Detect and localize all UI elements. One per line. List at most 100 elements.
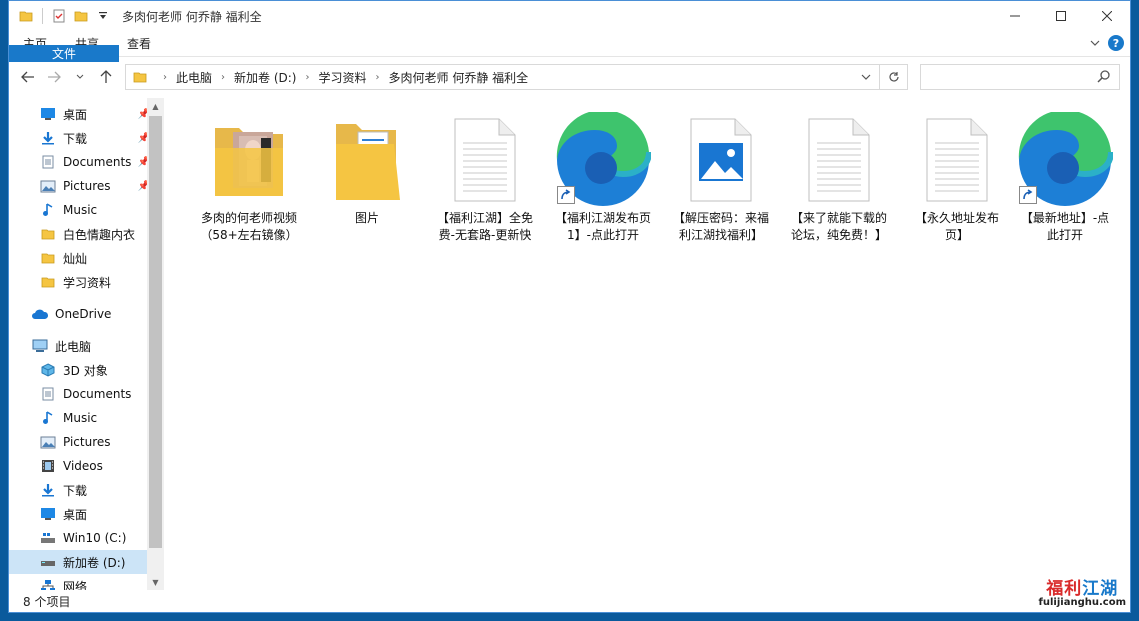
minimize-button[interactable] [992, 1, 1038, 31]
sidebar-item-folder-lingerie[interactable]: 白色情趣内衣 [9, 222, 164, 246]
sidebar-item-label: OneDrive [55, 307, 112, 321]
file-list: 多肉的何老师视频（58+左右镜像） 图片 【福利江湖】全免费-无套路-更新快 【… [164, 98, 1130, 590]
quick-access-toolbar [9, 7, 112, 25]
sidebar-item-label: Pictures [63, 179, 111, 193]
sidebar-item-pc-desktop[interactable]: 桌面 [9, 502, 164, 526]
tab-file[interactable]: 文件 [9, 45, 119, 62]
file-item[interactable]: 图片 [312, 112, 422, 227]
forward-button[interactable] [41, 64, 67, 90]
breadcrumb-study[interactable]: 学习资料 [318, 69, 366, 86]
sidebar-item-label: 网络 [63, 579, 88, 591]
sidebar-item-music[interactable]: Music [9, 198, 164, 222]
sidebar-item-label: 下载 [63, 131, 88, 146]
chevron-right-icon[interactable]: › [154, 72, 176, 83]
divider [9, 294, 164, 302]
watermark-brand-b: 江湖 [1082, 579, 1119, 599]
new-folder-icon[interactable] [72, 7, 90, 25]
sidebar-item-folder-study[interactable]: 学习资料 [9, 270, 164, 294]
file-name: 【福利江湖】全免费-无套路-更新快 [436, 211, 533, 242]
folder-icon [17, 7, 35, 25]
ribbon-right: ? [1090, 35, 1124, 51]
file-item[interactable]: 【永久地址发布页】 [902, 112, 1012, 244]
file-item[interactable]: 【福利江湖】全免费-无套路-更新快 [430, 112, 540, 244]
sidebar-item-label: 桌面 [63, 107, 88, 122]
title-bar: 多肉何老师 何乔静 福利全 [9, 1, 1130, 31]
recent-dropdown-button[interactable] [67, 64, 93, 90]
file-item[interactable]: 【解压密码：来福利江湖找福利】 [666, 112, 776, 244]
search-input[interactable] [921, 65, 1091, 89]
sidebar-item-desktop[interactable]: 桌面 📌 [9, 102, 164, 126]
watermark-url: fulijianghu.com [1038, 597, 1126, 608]
sidebar-scrollbar[interactable]: ▲ ▼ [147, 98, 164, 590]
sidebar-item-label: 此电脑 [55, 339, 92, 354]
scrollbar-thumb[interactable] [149, 116, 162, 548]
breadcrumb-drive-d[interactable]: 新加卷 (D:) [234, 69, 296, 86]
sidebar-item-downloads[interactable]: 下载 📌 [9, 126, 164, 150]
sidebar-item-drive-c[interactable]: Win10 (C:) [9, 526, 164, 550]
nav-list: 桌面 📌 下载 📌 Documents 📌 Pictures 📌 Music 白… [9, 98, 164, 590]
breadcrumb-this-pc[interactable]: 此电脑 [176, 69, 212, 86]
customize-dropdown-icon[interactable] [94, 7, 112, 25]
documents-icon [39, 386, 57, 402]
sidebar-item-label: Pictures [63, 435, 111, 449]
sidebar-item-pc-music[interactable]: Music [9, 406, 164, 430]
maximize-button[interactable] [1038, 1, 1084, 31]
help-icon[interactable]: ? [1108, 35, 1124, 51]
watermark-logo: 福利江湖 fulijianghu.com [1039, 574, 1126, 608]
sidebar-item-label: Music [63, 411, 98, 425]
folder-icon [39, 250, 57, 266]
desktop-icon [39, 106, 57, 122]
close-button[interactable] [1084, 1, 1130, 31]
chevron-right-icon[interactable]: › [367, 72, 389, 83]
sidebar-item-label: 下载 [63, 483, 88, 498]
sidebar-item-videos[interactable]: Videos [9, 454, 164, 478]
sidebar-item-pictures[interactable]: Pictures 📌 [9, 174, 164, 198]
sidebar-item-pc-pictures[interactable]: Pictures [9, 430, 164, 454]
chevron-right-icon[interactable]: › [296, 72, 318, 83]
sidebar-item-this-pc[interactable]: 此电脑 [9, 334, 164, 358]
file-item[interactable]: 【来了就能下载的论坛，纯免费！】 [784, 112, 894, 244]
expand-ribbon-icon[interactable] [1090, 36, 1100, 50]
sidebar-item-label: 学习资料 [63, 275, 112, 290]
download-icon [39, 482, 57, 498]
sidebar-item-3d-objects[interactable]: 3D 对象 [9, 358, 164, 382]
text-document-icon [789, 112, 889, 208]
computer-icon [31, 338, 49, 354]
divider [9, 326, 164, 334]
sidebar-item-drive-d[interactable]: 新加卷 (D:) [9, 550, 164, 574]
sidebar-item-network[interactable]: 网络 [9, 574, 164, 590]
download-icon [39, 130, 57, 146]
desktop-icon [39, 506, 57, 522]
chevron-down-icon[interactable] [853, 65, 879, 89]
file-name: 【福利江湖发布页1】-点此打开 [554, 211, 651, 242]
back-button[interactable] [15, 64, 41, 90]
file-item[interactable]: 多肉的何老师视频（58+左右镜像） [194, 112, 304, 244]
sidebar-item-pc-downloads[interactable]: 下载 [9, 478, 164, 502]
breadcrumb-current[interactable]: 多肉何老师 何乔静 福利全 [389, 69, 529, 86]
scroll-down-icon[interactable]: ▼ [147, 574, 164, 590]
sidebar-item-label: Documents [63, 155, 132, 169]
shortcut-arrow-icon [1019, 186, 1037, 204]
search-icon[interactable] [1097, 69, 1111, 86]
up-button[interactable] [93, 64, 119, 90]
image-file-icon [671, 112, 771, 208]
ribbon-tabs: 文件 主页 共享 查看 ? [9, 31, 1130, 62]
file-item[interactable]: 【福利江湖发布页1】-点此打开 [548, 112, 658, 244]
text-document-icon [907, 112, 1007, 208]
sidebar-item-onedrive[interactable]: OneDrive [9, 302, 164, 326]
refresh-button[interactable] [880, 64, 908, 90]
chevron-right-icon[interactable]: › [212, 72, 234, 83]
file-item[interactable]: 【最新地址】-点此打开 [1010, 112, 1120, 244]
tab-view[interactable]: 查看 [113, 31, 165, 56]
music-icon [39, 202, 57, 218]
navigation-bar: › 此电脑 › 新加卷 (D:) › 学习资料 › 多肉何老师 何乔静 福利全 [9, 57, 1130, 97]
sidebar-item-folder-cancan[interactable]: 灿灿 [9, 246, 164, 270]
address-bar[interactable]: › 此电脑 › 新加卷 (D:) › 学习资料 › 多肉何老师 何乔静 福利全 [125, 64, 880, 90]
search-box[interactable] [920, 64, 1120, 90]
sidebar-item-pc-documents[interactable]: Documents [9, 382, 164, 406]
properties-icon[interactable] [50, 7, 68, 25]
scroll-up-icon[interactable]: ▲ [147, 98, 164, 114]
sidebar-item-documents[interactable]: Documents 📌 [9, 150, 164, 174]
item-count: 8 个项目 [23, 594, 71, 609]
edge-browser-icon [1015, 112, 1115, 208]
